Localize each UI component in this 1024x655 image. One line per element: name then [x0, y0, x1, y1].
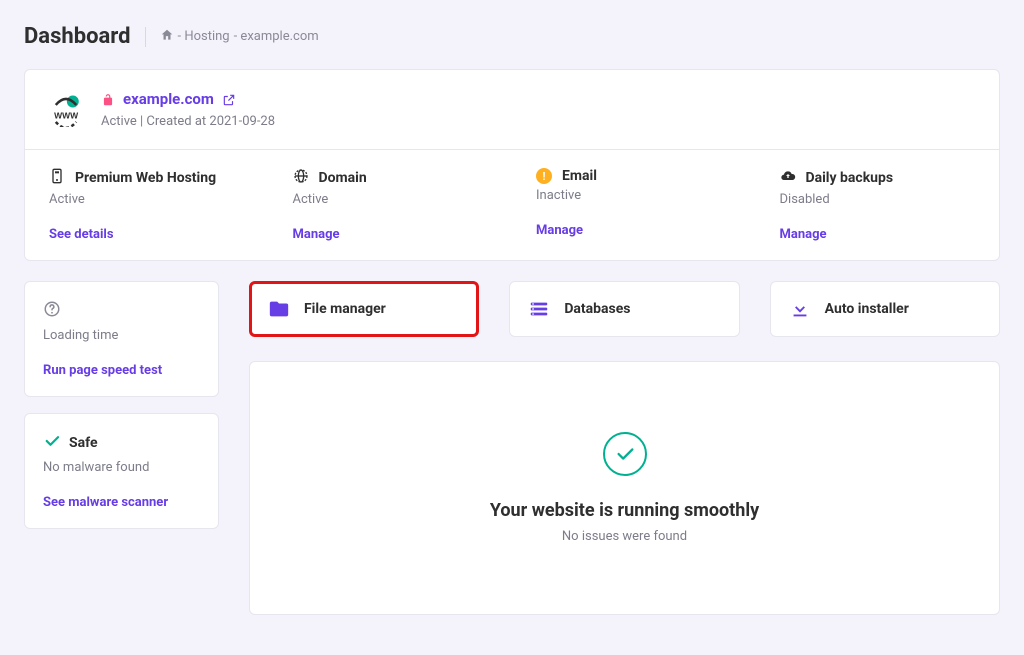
external-link-icon[interactable] [222, 92, 236, 106]
run-speed-test-link[interactable]: Run page speed test [43, 363, 162, 378]
tool-label: Auto installer [825, 301, 909, 317]
lock-open-icon [101, 92, 115, 106]
status-title: Your website is running smoothly [490, 500, 759, 521]
service-backups: Daily backups Disabled Manage [756, 150, 1000, 260]
breadcrumb[interactable]: - Hosting - example.com [160, 28, 319, 46]
safe-title: Safe [69, 435, 98, 451]
help-circle-icon [43, 300, 61, 322]
service-title: Domain [319, 170, 367, 186]
database-icon [528, 298, 550, 320]
manage-link[interactable]: Manage [293, 227, 340, 242]
globe-icon [293, 168, 309, 188]
warning-icon: ! [536, 168, 552, 184]
status-check-icon [603, 432, 647, 476]
service-status: Disabled [780, 192, 976, 207]
home-icon[interactable] [160, 28, 174, 46]
website-status-card: Your website is running smoothly No issu… [249, 361, 1000, 615]
tool-label: Databases [564, 301, 630, 317]
service-status: Inactive [536, 188, 732, 203]
cloud-upload-icon [780, 168, 796, 188]
auto-installer-button[interactable]: Auto installer [770, 281, 1000, 337]
svg-text:WWW: WWW [54, 110, 79, 120]
service-status: Active [49, 192, 245, 207]
service-title: Daily backups [806, 170, 894, 186]
domain-card: WWW example.com Active | Created at 2021… [24, 69, 1000, 261]
site-favicon: WWW [49, 93, 83, 127]
service-email: ! Email Inactive Manage [512, 150, 756, 260]
check-icon [43, 432, 61, 454]
service-status: Active [293, 192, 489, 207]
manage-link[interactable]: Manage [780, 227, 827, 242]
databases-button[interactable]: Databases [509, 281, 739, 337]
service-title: Email [562, 168, 597, 184]
tool-label: File manager [304, 301, 386, 317]
page-title: Dashboard [24, 24, 131, 49]
service-title: Premium Web Hosting [75, 170, 216, 186]
service-domain: Domain Active Manage [269, 150, 513, 260]
divider [145, 27, 146, 47]
safe-card: Safe No malware found See malware scanne… [24, 413, 219, 529]
file-manager-button[interactable]: File manager [249, 281, 479, 337]
safe-subtitle: No malware found [43, 460, 200, 475]
malware-scanner-link[interactable]: See malware scanner [43, 495, 168, 510]
folder-icon [268, 298, 290, 320]
download-icon [789, 298, 811, 320]
domain-meta: Active | Created at 2021-09-28 [101, 114, 275, 129]
manage-link[interactable]: Manage [536, 223, 583, 238]
domain-name-link[interactable]: example.com [123, 90, 214, 108]
breadcrumb-level2[interactable]: - example.com [234, 29, 319, 44]
see-details-link[interactable]: See details [49, 227, 114, 242]
server-icon [49, 168, 65, 188]
header: Dashboard - Hosting - example.com [24, 24, 1000, 49]
status-subtitle: No issues were found [562, 529, 687, 544]
service-hosting: Premium Web Hosting Active See details [25, 150, 269, 260]
loading-time-card: Loading time Run page speed test [24, 281, 219, 397]
loading-time-label: Loading time [43, 328, 200, 343]
breadcrumb-level1[interactable]: - Hosting [178, 29, 230, 44]
